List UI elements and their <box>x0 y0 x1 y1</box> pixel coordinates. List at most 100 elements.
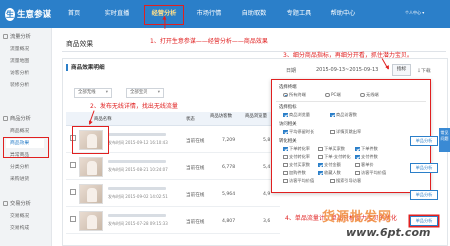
row-status: 当前在线 <box>186 166 205 171</box>
product-title-blurred <box>108 214 166 217</box>
logo-text: 生意参谋 <box>16 10 51 20</box>
sidebar-item-product-overview[interactable]: 商品概况 <box>10 127 29 134</box>
download-button[interactable]: ⇩下载 <box>417 67 431 74</box>
col-pageviews[interactable]: 商品浏览量 <box>245 114 269 119</box>
checkbox-icon <box>283 178 288 184</box>
row-checkbox[interactable] <box>70 189 76 195</box>
checkbox-icon <box>283 154 288 160</box>
sidebar-item-decoration[interactable]: 装修分析 <box>10 81 29 88</box>
sidebar-item-category[interactable]: 分类分析 <box>10 163 29 170</box>
metric-option[interactable]: 访客平均价值 <box>355 170 386 176</box>
row-status: 当前在线 <box>186 193 205 198</box>
row-visitors: 4,807 <box>222 219 236 224</box>
nav-item-realtime[interactable]: 实时直播 <box>98 0 136 28</box>
product-publish-date: 发布时间 2015-07-28 09:15:33 <box>108 221 168 226</box>
metric-option[interactable]: 支付买家数 <box>283 162 310 168</box>
metric-option[interactable]: 支付件数 <box>355 154 378 160</box>
single-product-analysis-button[interactable]: 单品分析 <box>410 136 438 146</box>
nav-item-self-data[interactable]: 自助取数 <box>234 0 274 28</box>
metric-option[interactable]: 客单价 <box>355 162 374 168</box>
card-header: 商品效果明细 <box>66 63 105 71</box>
terminal-option-wireless[interactable]: 无线端 <box>360 92 379 98</box>
annotation-step-2: 2、发布无线详情，找出无线流量 <box>90 103 178 110</box>
metric-option[interactable]: 下单买家数 <box>318 146 345 152</box>
row-pageviews: 3,6 <box>263 219 271 224</box>
checkbox-icon <box>355 146 360 152</box>
checkbox-icon <box>355 162 360 168</box>
metric-option[interactable]: 收藏人数 <box>318 170 341 176</box>
sidebar-group-traffic[interactable]: 流量分析 <box>3 33 31 40</box>
row-status: 当前在线 <box>186 139 205 144</box>
traffic-icon <box>3 34 8 39</box>
nav-item-home[interactable]: 首页 <box>60 0 88 28</box>
product-icon <box>3 116 8 121</box>
row-highlight-box <box>72 126 109 154</box>
popup-conversion-label: 转化相关 <box>279 139 297 144</box>
product-select[interactable]: 全部宝贝 ▾ <box>126 88 164 98</box>
terminal-option-pc[interactable]: PC端 <box>325 92 341 98</box>
metric-option[interactable]: 下单-支付转化 <box>318 154 351 160</box>
popup-visit-label: 访问相关 <box>279 122 297 127</box>
metric-option-uv[interactable]: 商品访客数 <box>330 112 357 118</box>
date-range-picker[interactable]: 2015-09-13~2015-09-13 <box>316 67 378 73</box>
single-product-analysis-button[interactable]: 单品分析 <box>410 163 438 173</box>
checkbox-icon <box>283 112 288 118</box>
single-product-analysis-button[interactable]: 单品分析 <box>410 190 438 200</box>
sidebar-item-traffic-overview[interactable]: 流量概况 <box>10 45 29 52</box>
row-visitors: 6,778 <box>222 165 236 170</box>
nav-item-market[interactable]: 市场行情 <box>190 0 228 28</box>
metric-option-pv[interactable]: 商品浏览量 <box>283 112 310 118</box>
row-checkbox[interactable] <box>70 216 76 222</box>
product-publish-date: 发布时间 2015-09-02 14:02:51 <box>108 194 168 199</box>
product-thumbnail[interactable] <box>79 157 103 177</box>
checkbox-icon <box>330 178 335 184</box>
sidebar-group-trade[interactable]: 交易分析 <box>3 200 31 207</box>
radio-icon <box>283 92 288 98</box>
checkbox-icon <box>283 162 288 168</box>
checkbox-icon <box>283 170 288 176</box>
product-thumbnail[interactable] <box>79 211 103 231</box>
single-product-analysis-button[interactable]: 单品分析 <box>410 216 438 226</box>
terminal-option-all[interactable]: 所有终端 <box>283 92 306 98</box>
watermark-main: 货源批发网 <box>322 210 393 225</box>
sidebar-item-trade-structure[interactable]: 交易构成 <box>10 224 29 231</box>
popup-metric-label: 选择指标 <box>279 105 297 110</box>
chevron-down-icon: ▾ <box>105 90 108 95</box>
col-visitors[interactable]: 商品访客数 <box>210 114 232 119</box>
row-pageviews: 5,4 <box>263 165 271 170</box>
checkbox-icon <box>318 170 323 176</box>
user-menu[interactable]: 个人中心 ▾ <box>405 10 424 16</box>
metric-option[interactable]: 支付转化率 <box>283 154 310 160</box>
metric-option[interactable]: 支付金额 <box>318 162 341 168</box>
sidebar-item-purchase[interactable]: 采购进货 <box>10 175 29 182</box>
metric-option[interactable]: 搜索引导访客 <box>330 178 361 184</box>
metric-option[interactable]: 加购件数 <box>283 170 306 176</box>
metric-button[interactable]: 指标 <box>392 64 411 76</box>
nav-item-tools[interactable]: 专题工具 <box>280 0 318 28</box>
metric-option[interactable]: 下单转化率 <box>283 146 310 152</box>
checkbox-icon <box>355 170 360 176</box>
checkbox-icon <box>330 112 335 118</box>
product-thumbnail[interactable] <box>79 184 103 204</box>
row-checkbox[interactable] <box>70 162 76 168</box>
col-status[interactable]: 状态 <box>186 116 195 122</box>
product-title-blurred <box>108 133 166 136</box>
sidebar-group-product[interactable]: 商品分析 <box>3 115 31 122</box>
annotation-step-3: 3、细分商品指标，再细分开看，抓住潜力宝贝。 <box>283 52 413 59</box>
row-visitors: 5,964 <box>222 192 236 197</box>
terminal-select[interactable]: 全部无线 ▾ <box>74 88 112 98</box>
product-title-blurred <box>108 160 166 163</box>
sidebar-item-visitors[interactable]: 访客分析 <box>10 69 29 76</box>
col-product-name[interactable]: 商品名称 <box>94 116 112 122</box>
metric-option-bounce[interactable]: 详情页跳出率 <box>330 129 361 135</box>
product-publish-date: 发布时间 2015-09-12 16:10:43 <box>108 140 168 145</box>
nav-item-help[interactable]: 帮助中心 <box>324 0 362 28</box>
sidebar-item-traffic-map[interactable]: 流量地图 <box>10 57 29 64</box>
sidebar-item-trade-overview[interactable]: 交易概况 <box>10 212 29 219</box>
metric-option[interactable]: 访客平均价值 <box>283 178 314 184</box>
faq-bubble[interactable]: 常见问题 <box>439 128 450 152</box>
metric-option[interactable]: 下单件数 <box>355 146 378 152</box>
app-logo[interactable]: 生 生意参谋 <box>5 6 51 22</box>
metric-option-stay[interactable]: 平均停留时长 <box>283 129 314 135</box>
popup-terminal-label: 选择终端 <box>279 85 297 90</box>
